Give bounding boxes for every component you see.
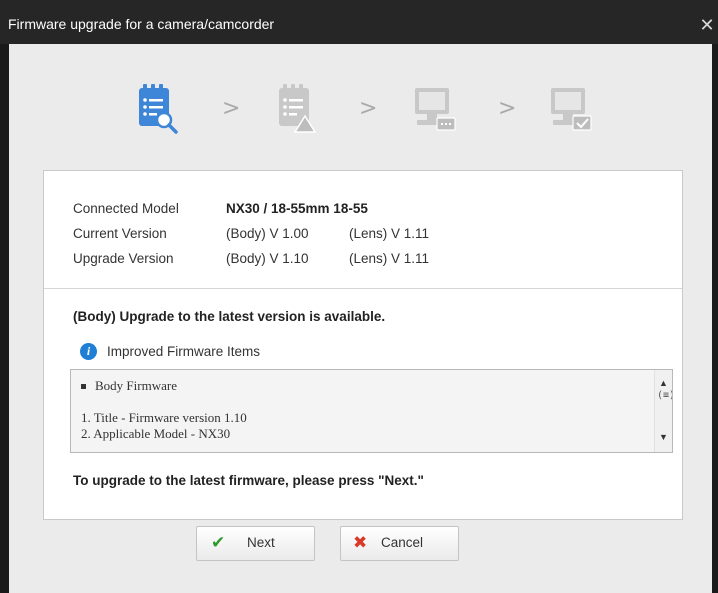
cancel-button[interactable]: ✖ Cancel bbox=[340, 526, 459, 561]
improved-items-label: Improved Firmware Items bbox=[107, 344, 261, 359]
notes-line: 2. Applicable Model - NX30 bbox=[81, 426, 231, 441]
connected-model-value: NX30 / 18-55mm 18-55 bbox=[226, 201, 368, 216]
title-bar: Firmware upgrade for a camera/camcorder … bbox=[0, 0, 718, 44]
step-4-computer-check-icon bbox=[545, 82, 597, 134]
next-button[interactable]: ✔ Next bbox=[196, 526, 315, 561]
bullet-icon bbox=[81, 383, 86, 389]
availability-message: (Body) Upgrade to the latest version is … bbox=[73, 309, 386, 324]
step-separator-chevron: > bbox=[359, 96, 378, 121]
step-2-document-warning-icon bbox=[271, 82, 323, 134]
current-lens-version: (Lens) V 1.11 bbox=[349, 226, 430, 241]
notes-scrollbar[interactable]: ▲ (≡) ▼ bbox=[654, 370, 672, 452]
scroll-down-arrow-icon[interactable]: ▼ bbox=[659, 432, 668, 442]
x-icon: ✖ bbox=[353, 533, 368, 552]
scroll-up-arrow-icon[interactable]: ▲ bbox=[659, 378, 668, 388]
notes-line: 1. Title - Firmware version 1.10 bbox=[81, 410, 247, 425]
upgrade-version-label: Upgrade Version bbox=[73, 251, 174, 266]
step-separator-chevron: > bbox=[498, 96, 517, 121]
firmware-info-panel: Connected Model NX30 / 18-55mm 18-55 Cur… bbox=[43, 170, 683, 520]
check-icon: ✔ bbox=[211, 533, 226, 552]
current-version-label: Current Version bbox=[73, 226, 167, 241]
dialog-body: > > > Connected Model NX30 / 18-55mm 18-… bbox=[9, 44, 712, 593]
firmware-upgrade-dialog: Firmware upgrade for a camera/camcorder … bbox=[0, 0, 718, 593]
window-title: Firmware upgrade for a camera/camcorder bbox=[8, 16, 275, 32]
release-notes-box[interactable]: Body Firmware 1. Title - Firmware versio… bbox=[70, 369, 673, 453]
step-1-document-search-icon bbox=[131, 82, 183, 134]
instruction-text: To upgrade to the latest firmware, pleas… bbox=[73, 473, 424, 488]
connected-model-label: Connected Model bbox=[73, 201, 179, 216]
step-separator-chevron: > bbox=[222, 96, 241, 121]
close-button[interactable]: ✕ bbox=[696, 14, 718, 36]
upgrade-lens-version: (Lens) V 1.11 bbox=[349, 251, 430, 266]
info-icon: i bbox=[80, 343, 97, 360]
step-3-computer-transfer-icon bbox=[409, 82, 461, 134]
release-notes-text: Body Firmware 1. Title - Firmware versio… bbox=[81, 378, 641, 442]
scroll-thumb[interactable]: (≡) bbox=[657, 390, 672, 402]
divider bbox=[44, 288, 682, 289]
current-body-version: (Body) V 1.00 bbox=[226, 226, 309, 241]
upgrade-body-version: (Body) V 1.10 bbox=[226, 251, 309, 266]
notes-heading: Body Firmware bbox=[81, 378, 641, 394]
